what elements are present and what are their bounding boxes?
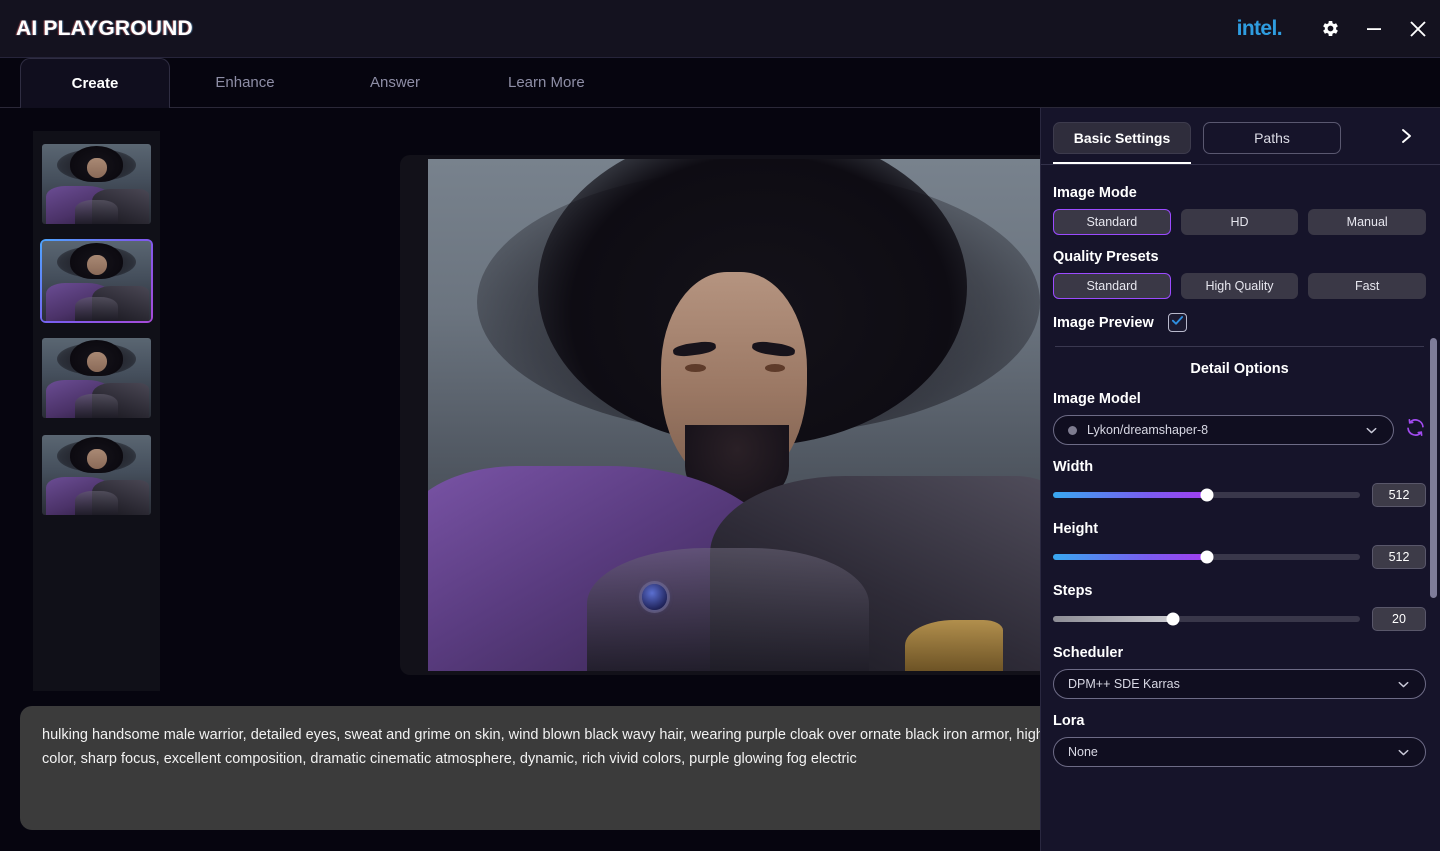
width-value[interactable]: 512 (1372, 483, 1426, 507)
width-slider-thumb[interactable] (1200, 489, 1213, 502)
panel-scrollbar[interactable] (1430, 338, 1437, 598)
refresh-models-button[interactable] (1404, 419, 1426, 441)
close-icon (1407, 18, 1429, 40)
panel-content: Image Mode Standard HD Manual Quality Pr… (1041, 171, 1440, 851)
image-mode-label: Image Mode (1053, 185, 1426, 201)
section-divider (1055, 346, 1424, 347)
lora-dropdown[interactable]: None (1053, 737, 1426, 767)
steps-slider[interactable] (1053, 616, 1360, 622)
steps-label: Steps (1053, 583, 1426, 599)
image-preview-checkbox[interactable] (1168, 313, 1187, 332)
list-item[interactable] (40, 142, 153, 226)
intel-logo-dot: . (1277, 17, 1282, 40)
thumbnail-image (42, 144, 151, 224)
image-canvas[interactable] (400, 155, 1040, 675)
list-item[interactable] (40, 336, 153, 420)
settings-button[interactable] (1308, 7, 1352, 51)
steps-slider-thumb[interactable] (1166, 613, 1179, 626)
width-label: Width (1053, 459, 1426, 475)
height-label: Height (1053, 521, 1426, 537)
detail-options-title: Detail Options (1053, 361, 1426, 377)
gear-icon (1320, 18, 1341, 39)
scheduler-dropdown[interactable]: DPM++ SDE Karras (1053, 669, 1426, 699)
title-bar: AI PLAYGROUND intel. (0, 0, 1440, 58)
thumbnail-strip (33, 131, 160, 691)
scheduler-value: DPM++ SDE Karras (1068, 677, 1180, 691)
thumbnail-image (42, 435, 151, 515)
quality-presets-group: Standard High Quality Fast (1053, 273, 1426, 299)
image-mode-standard[interactable]: Standard (1053, 209, 1171, 235)
window-controls: intel. (1237, 7, 1440, 51)
image-mode-manual[interactable]: Manual (1308, 209, 1426, 235)
list-item[interactable] (40, 239, 153, 323)
chevron-down-icon (1396, 745, 1411, 760)
chevron-down-icon (1364, 423, 1379, 438)
list-item[interactable] (40, 433, 153, 517)
image-mode-hd[interactable]: HD (1181, 209, 1299, 235)
tab-create[interactable]: Create (20, 58, 170, 108)
lora-value: None (1068, 745, 1098, 759)
steps-value[interactable]: 20 (1372, 607, 1426, 631)
height-slider[interactable] (1053, 554, 1360, 560)
width-slider[interactable] (1053, 492, 1360, 498)
refresh-icon (1405, 417, 1426, 443)
close-button[interactable] (1396, 7, 1440, 51)
tab-basic-settings[interactable]: Basic Settings (1053, 122, 1191, 154)
panel-header-divider (1041, 164, 1440, 165)
width-slider-row: 512 (1053, 483, 1426, 507)
settings-panel: Basic Settings Paths Image Mode Standard… (1040, 108, 1440, 851)
quality-preset-high-quality[interactable]: High Quality (1181, 273, 1299, 299)
quality-preset-standard[interactable]: Standard (1053, 273, 1171, 299)
tab-enhance[interactable]: Enhance (170, 58, 320, 107)
scheduler-label: Scheduler (1053, 645, 1426, 661)
intel-logo-text: intel (1237, 17, 1277, 40)
tab-paths[interactable]: Paths (1203, 122, 1341, 154)
image-preview-label: Image Preview (1053, 315, 1154, 331)
minimize-button[interactable] (1352, 7, 1396, 51)
image-model-row: Lykon/dreamshaper-8 (1053, 415, 1426, 445)
image-preview-row: Image Preview (1053, 313, 1426, 332)
minimize-icon (1364, 19, 1384, 39)
active-tab-underline (1053, 162, 1191, 164)
height-slider-row: 512 (1053, 545, 1426, 569)
panel-scrollbar-thumb[interactable] (1430, 338, 1437, 598)
image-model-value: Lykon/dreamshaper-8 (1087, 423, 1208, 437)
app-title: AI PLAYGROUND (16, 17, 193, 41)
chevron-down-icon (1396, 677, 1411, 692)
height-value[interactable]: 512 (1372, 545, 1426, 569)
panel-expand-button[interactable] (1392, 123, 1422, 153)
thumbnail-image (42, 241, 151, 321)
quality-preset-fast[interactable]: Fast (1308, 273, 1426, 299)
intel-logo: intel. (1237, 17, 1282, 41)
image-model-dropdown[interactable]: Lykon/dreamshaper-8 (1053, 415, 1394, 445)
tab-learn-more[interactable]: Learn More (470, 58, 623, 107)
thumbnail-image (42, 338, 151, 418)
height-slider-thumb[interactable] (1200, 551, 1213, 564)
panel-tab-bar: Basic Settings Paths (1041, 108, 1440, 154)
image-model-label: Image Model (1053, 391, 1426, 407)
prompt-input[interactable]: hulking handsome male warrior, detailed … (20, 706, 1210, 830)
steps-slider-row: 20 (1053, 607, 1426, 631)
lora-label: Lora (1053, 713, 1426, 729)
generated-image (428, 159, 1040, 671)
main-tab-bar: Create Enhance Answer Learn More (0, 58, 1440, 108)
tab-answer[interactable]: Answer (320, 58, 470, 107)
quality-presets-label: Quality Presets (1053, 249, 1426, 265)
check-icon (1171, 314, 1184, 332)
chevron-right-icon (1399, 126, 1415, 151)
status-dot (1068, 426, 1077, 435)
image-mode-group: Standard HD Manual (1053, 209, 1426, 235)
